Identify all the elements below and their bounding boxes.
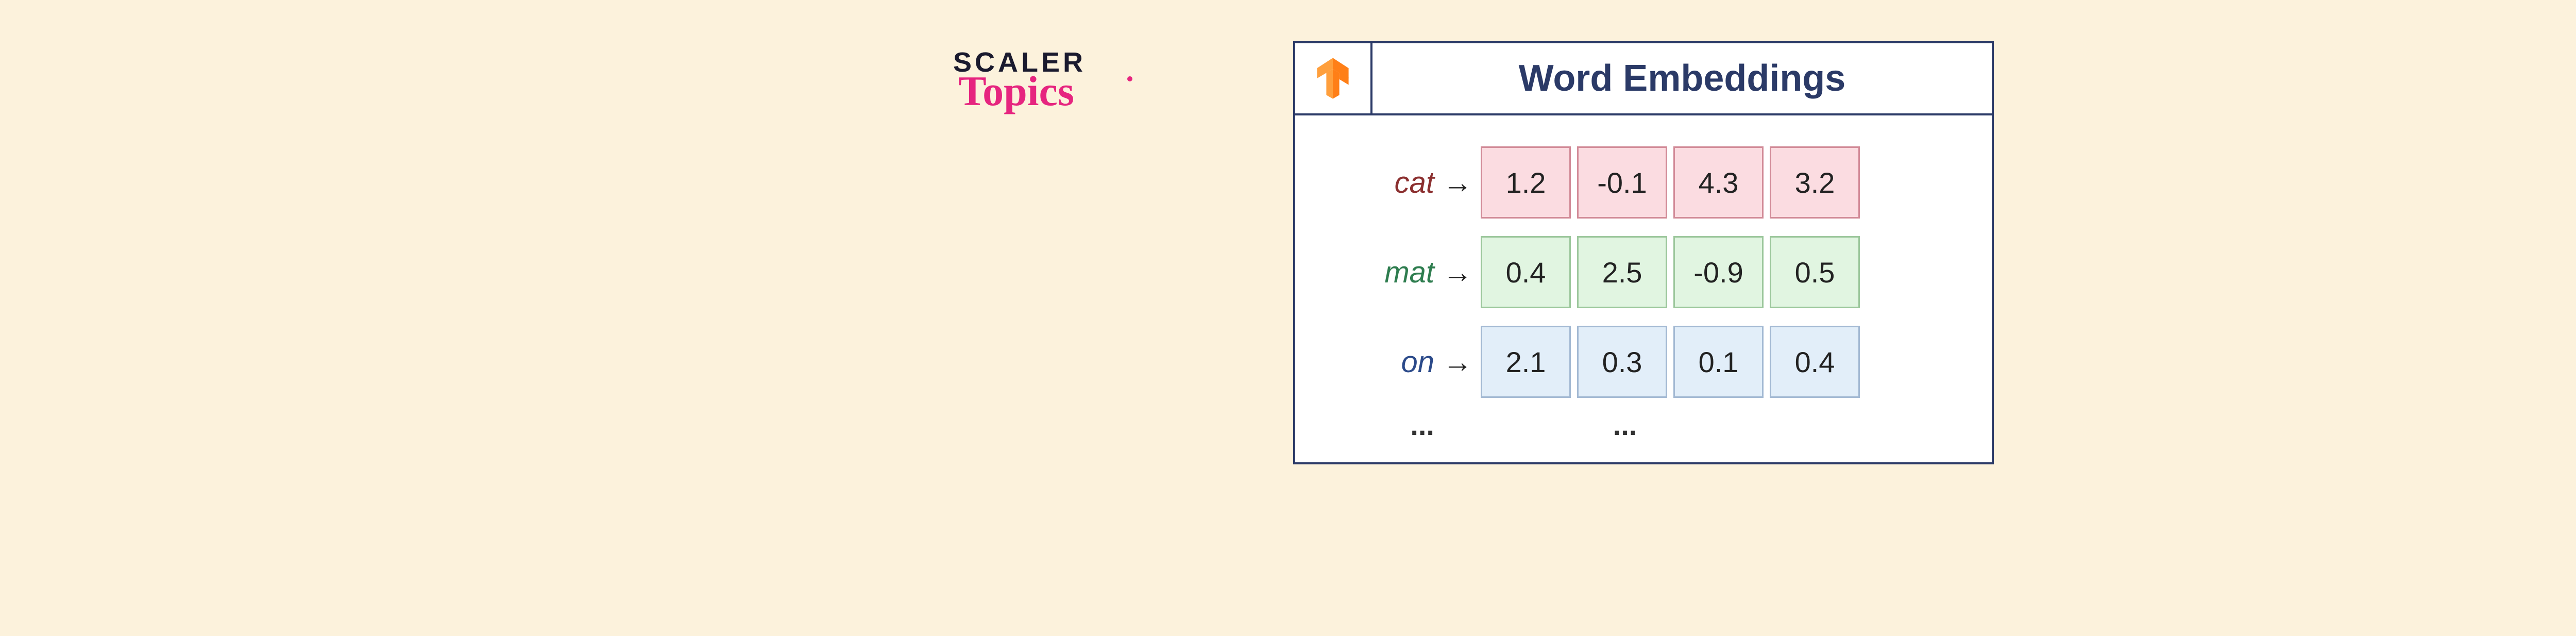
panel-title: Word Embeddings <box>1372 43 1992 113</box>
ellipsis-row: ... ... <box>1331 408 1956 442</box>
vector-cell: 2.1 <box>1481 326 1571 398</box>
vector-cell: 2.5 <box>1577 236 1667 308</box>
panel-body: cat→1.2-0.14.33.2mat→0.42.5-0.90.5on→2.1… <box>1295 115 1992 462</box>
vector-cell: -0.1 <box>1577 146 1667 219</box>
embeddings-panel: Word Embeddings cat→1.2-0.14.33.2mat→0.4… <box>1293 41 1994 464</box>
ellipsis-words: ... <box>1331 408 1434 442</box>
arrow-icon: → <box>1434 345 1481 379</box>
vector-cell: 0.4 <box>1770 326 1860 398</box>
embedding-row-on: on→2.10.30.10.4 <box>1331 326 1956 398</box>
vector-cell: 0.4 <box>1481 236 1571 308</box>
embedding-row-mat: mat→0.42.5-0.90.5 <box>1331 236 1956 308</box>
logo-dot <box>1127 76 1132 81</box>
vector-cell: -0.9 <box>1673 236 1764 308</box>
vector-cell: 3.2 <box>1770 146 1860 219</box>
vector-cell: 0.1 <box>1673 326 1764 398</box>
vector-cell: 4.3 <box>1673 146 1764 219</box>
vector-cell: 1.2 <box>1481 146 1571 219</box>
arrow-icon: → <box>1434 165 1481 200</box>
scaler-topics-logo: SCALER Topics <box>953 46 1175 115</box>
panel-header: Word Embeddings <box>1295 43 1992 115</box>
word-label: mat <box>1331 255 1434 290</box>
embedding-row-cat: cat→1.2-0.14.33.2 <box>1331 146 1956 219</box>
word-label: cat <box>1331 165 1434 200</box>
tensorflow-icon <box>1310 55 1356 102</box>
word-label: on <box>1331 345 1434 379</box>
vector-cells: 0.42.5-0.90.5 <box>1481 236 1860 308</box>
vector-cell: 0.3 <box>1577 326 1667 398</box>
arrow-icon: → <box>1434 255 1481 290</box>
ellipsis-vectors: ... <box>1481 408 1769 442</box>
vector-cell: 0.5 <box>1770 236 1860 308</box>
vector-cells: 2.10.30.10.4 <box>1481 326 1860 398</box>
vector-cells: 1.2-0.14.33.2 <box>1481 146 1860 219</box>
tensorflow-logo-box <box>1295 43 1372 113</box>
logo-text-bottom: Topics <box>958 67 1175 115</box>
